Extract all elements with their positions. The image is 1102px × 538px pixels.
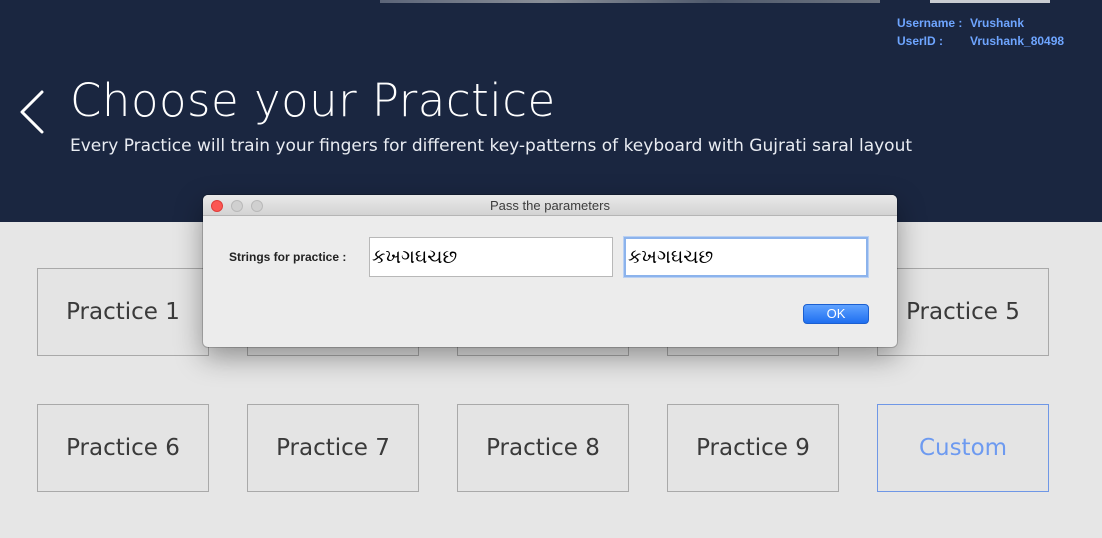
custom-practice-button[interactable]: Custom: [877, 404, 1049, 492]
practice-6-button[interactable]: Practice 6: [37, 404, 209, 492]
userid-label: UserID :: [897, 34, 944, 48]
page-title: Choose your Practice: [70, 74, 556, 127]
header-banner: Username : Vrushank UserID : Vrushank_80…: [0, 0, 1102, 222]
chevron-left-icon[interactable]: [14, 84, 54, 140]
practice-window: Username : Vrushank UserID : Vrushank_80…: [0, 0, 1102, 538]
userid-row: UserID : Vrushank_80498: [897, 32, 1064, 50]
header-image-strip: [380, 0, 880, 3]
dialog-titlebar[interactable]: Pass the parameters: [203, 195, 897, 216]
page-subtitle: Every Practice will train your fingers f…: [70, 136, 913, 156]
practice-5-button[interactable]: Practice 5: [877, 268, 1049, 356]
userid-value: Vrushank_80498: [970, 34, 1065, 48]
ok-button[interactable]: OK: [803, 304, 869, 324]
username-row: Username : Vrushank: [897, 14, 1064, 32]
practice-9-button[interactable]: Practice 9: [667, 404, 839, 492]
dialog-title: Pass the parameters: [490, 198, 610, 213]
username-value: Vrushank: [970, 16, 1025, 30]
strings-field-label: Strings for practice :: [229, 250, 347, 264]
practice-1-button[interactable]: Practice 1: [37, 268, 209, 356]
practice-8-button[interactable]: Practice 8: [457, 404, 629, 492]
practice-7-button[interactable]: Practice 7: [247, 404, 419, 492]
parameters-dialog: Pass the parameters Strings for practice…: [203, 195, 897, 347]
strings-input-1[interactable]: [369, 237, 613, 277]
username-label: Username :: [897, 16, 963, 30]
header-image-strip-right: [930, 0, 1050, 3]
user-info: Username : Vrushank UserID : Vrushank_80…: [897, 14, 1064, 50]
strings-input-2[interactable]: [624, 237, 868, 277]
